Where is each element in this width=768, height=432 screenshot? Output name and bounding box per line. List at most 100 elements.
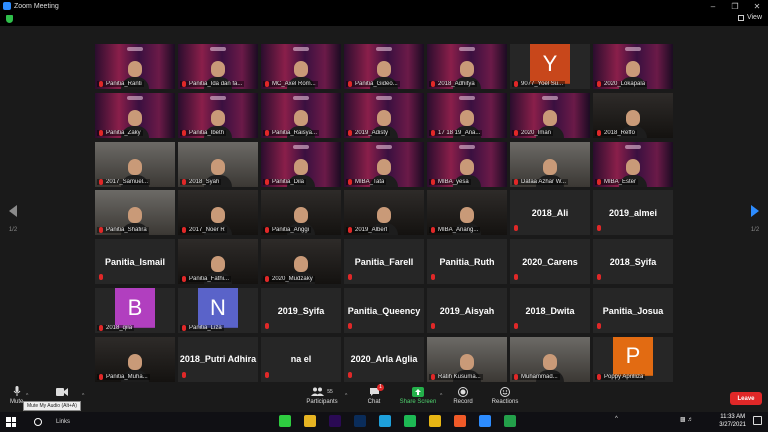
restore-icon[interactable]: ❐ (724, 2, 746, 11)
line-icon[interactable] (279, 415, 291, 427)
photoshop-icon[interactable] (354, 415, 366, 427)
participant-name: 9077_Yoel Su... (521, 81, 564, 87)
muted-mic-icon (99, 178, 103, 185)
participant-tile[interactable]: Panitia_Dila (261, 141, 341, 187)
tray-chevron-up-icon[interactable]: ^ (615, 416, 618, 422)
share-screen-button[interactable]: Share Screen ^ (398, 386, 442, 405)
search-icon[interactable] (34, 418, 42, 426)
participant-tile[interactable]: Panitia_Queency (344, 288, 424, 333)
participant-tile[interactable]: 2019_Syifa (261, 288, 341, 333)
participant-tile[interactable]: P Poppy Aprilliza (593, 336, 673, 382)
app-green-icon[interactable] (504, 415, 516, 427)
participant-tile[interactable]: 2018_Putri Adhira (178, 336, 258, 382)
participant-tile[interactable]: Dafaa Azhar W... (510, 141, 590, 187)
participant-tile[interactable]: Muhammad... (510, 336, 590, 382)
participant-tile[interactable]: Panitia_Ida dan fa... (178, 44, 258, 89)
participant-tile[interactable]: 2018_Reffo (593, 92, 673, 138)
participant-tile[interactable]: 2018_Dwita (510, 288, 590, 333)
muted-mic-icon (182, 325, 186, 331)
participant-tile[interactable]: MIBA_yesa (427, 141, 507, 187)
view-button[interactable]: View (737, 14, 762, 21)
notification-center-icon[interactable] (753, 416, 762, 425)
participant-tile[interactable]: 2020_Iman (510, 92, 590, 138)
participant-tile[interactable]: Panitia_Muha... (95, 336, 175, 382)
participant-tile[interactable]: Panitia_Ismail (95, 239, 175, 285)
participant-tile[interactable]: 2019_Albert (344, 190, 424, 236)
participant-tile[interactable]: Panitia_Farell (344, 239, 424, 285)
brave-icon[interactable] (454, 415, 466, 427)
participant-tile[interactable]: 2019_Aisyah (427, 288, 507, 333)
participant-tile[interactable]: na el (261, 336, 341, 382)
participant-tile[interactable]: 2019_Adisty (344, 92, 424, 138)
record-button[interactable]: Record (450, 386, 476, 405)
participant-tile[interactable]: 2017_Noer R (178, 190, 258, 236)
participant-tile[interactable]: Panitia_Raisya... (261, 92, 341, 138)
participant-name: 2020_Lokapala (604, 81, 646, 87)
participant-tile[interactable]: Panitia_Zaky (95, 92, 175, 138)
participant-tile[interactable]: MIBA_Ester (593, 141, 673, 187)
participant-label: 2017_Samuel... (97, 178, 151, 185)
participant-name-display: 2018_Putri Adhira (179, 354, 257, 365)
participant-tile[interactable]: 2018_Syah (178, 141, 258, 187)
participant-tile[interactable]: Y 9077_Yoel Su... (510, 44, 590, 89)
participant-tile[interactable]: 2020_Mudzaky (261, 239, 341, 285)
record-icon (458, 386, 468, 397)
participants-options-chevron-icon[interactable]: ^ (345, 393, 347, 399)
participant-tile[interactable]: 2020_Carens (510, 239, 590, 285)
participant-tile[interactable]: Panitia_Ranti (95, 44, 175, 89)
participant-tile[interactable]: MIBA_Anang... (427, 190, 507, 236)
participant-tile[interactable]: 2018_Ali (510, 190, 590, 236)
leave-button[interactable]: Leave (730, 392, 762, 405)
participant-tile[interactable]: Panitia_Anggi (261, 190, 341, 236)
participant-tile[interactable]: 2020_Arla Aglia (344, 336, 424, 382)
links-toolbar[interactable]: Links (56, 419, 70, 425)
minimize-icon[interactable]: – (702, 2, 724, 11)
zoom-icon[interactable] (479, 415, 491, 427)
participant-tile[interactable]: Ratih Kusuma... (427, 336, 507, 382)
mute-button[interactable]: Mute ^ (10, 386, 28, 405)
next-page-button[interactable]: 1/2 (749, 205, 761, 233)
participant-tile[interactable]: 2017_Samuel... (95, 141, 175, 187)
participant-tile[interactable]: Panitia_Gideo... (344, 44, 424, 89)
mute-options-chevron-icon[interactable]: ^ (26, 393, 28, 399)
video-options-chevron-icon[interactable]: ^ (82, 393, 84, 399)
participant-tile[interactable]: 17 18 19_Ana... (427, 92, 507, 138)
taskbar-clock[interactable]: 11:33 AM 3/27/2021 (719, 413, 746, 429)
spotify-icon[interactable] (404, 415, 416, 427)
participant-tile[interactable]: Panitia_Ibeth (178, 92, 258, 138)
participant-tile[interactable]: 2020_Lokapala (593, 44, 673, 89)
muted-mic-icon (348, 227, 352, 234)
muted-mic-icon (99, 373, 103, 380)
participant-tile[interactable]: MIBA_Tata (344, 141, 424, 187)
chat-button[interactable]: 1 Chat (362, 384, 386, 405)
participant-name: MIBA_Ester (604, 178, 637, 185)
chrome-icon[interactable] (429, 415, 441, 427)
participant-tile[interactable]: Panitia_Fathi... (178, 239, 258, 285)
network-volume-tray[interactable]: ▩ ♬ (680, 416, 693, 423)
premiere-icon[interactable] (329, 415, 341, 427)
prev-page-button[interactable]: 1/2 (7, 205, 19, 233)
video-button[interactable]: ^ (56, 386, 84, 399)
participants-label: Participants (306, 399, 338, 405)
participant-tile[interactable]: Panitia_Shafira (95, 190, 175, 236)
participant-tile[interactable]: N Panitia_Liza (178, 288, 258, 333)
windows-start-icon[interactable] (6, 417, 16, 427)
participant-tile[interactable]: 2018_Syifa (593, 239, 673, 285)
participants-button[interactable]: 55 Participants ^ (302, 386, 347, 405)
lightroom-l-icon[interactable] (379, 415, 391, 427)
participant-tile[interactable]: Panitia_Josua (593, 288, 673, 333)
muted-mic-icon (431, 178, 435, 185)
participant-tile[interactable]: MC_Axel Rom... (261, 44, 341, 89)
participant-tile[interactable]: 2018_Adhitya (427, 44, 507, 89)
participant-tile[interactable]: Panitia_Ruth (427, 239, 507, 285)
close-icon[interactable]: ✕ (746, 2, 768, 11)
file-explorer-icon[interactable] (304, 415, 316, 427)
participant-tile[interactable]: 2019_almei (593, 190, 673, 236)
security-shield-icon[interactable] (6, 15, 13, 23)
participant-name: MC_Axel Rom... (272, 81, 316, 87)
share-options-chevron-icon[interactable]: ^ (440, 393, 442, 399)
participant-label: 2020_Lokapala (595, 81, 648, 87)
reactions-button[interactable]: Reactions (488, 386, 522, 405)
participant-tile[interactable]: B 2018_qila (95, 288, 175, 333)
muted-mic-icon (514, 274, 518, 281)
